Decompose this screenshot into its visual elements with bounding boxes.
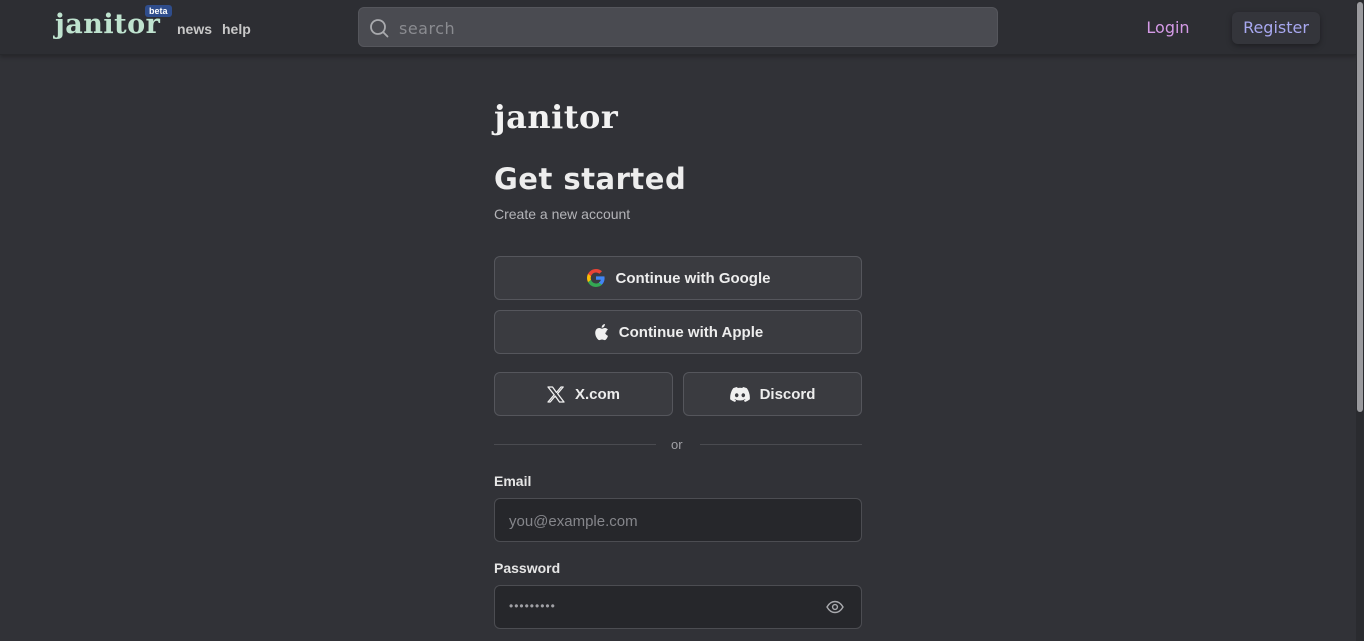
- x-icon: [547, 385, 565, 403]
- scrollbar-thumb[interactable]: [1357, 2, 1363, 412]
- email-field-container[interactable]: [494, 498, 862, 542]
- search-bar[interactable]: [358, 7, 998, 47]
- email-label: Email: [494, 473, 532, 489]
- eye-icon[interactable]: [826, 600, 844, 614]
- password-field[interactable]: •••••••••: [494, 585, 862, 629]
- google-icon: [586, 269, 605, 287]
- continue-google-label: Continue with Google: [615, 269, 771, 287]
- register-button[interactable]: Register: [1232, 12, 1320, 44]
- password-masked-value: •••••••••: [509, 599, 556, 613]
- page-scrollbar[interactable]: [1356, 0, 1364, 641]
- discord-icon: [729, 386, 750, 402]
- continue-x-label: X.com: [574, 385, 620, 403]
- continue-x-button[interactable]: X.com: [494, 372, 673, 416]
- continue-apple-label: Continue with Apple: [618, 323, 764, 341]
- continue-google-button[interactable]: Continue with Google: [494, 256, 862, 300]
- search-icon: [370, 19, 389, 38]
- nav-help-link[interactable]: help: [222, 21, 251, 37]
- apple-icon: [595, 324, 608, 341]
- continue-discord-label: Discord: [759, 385, 816, 403]
- continue-discord-button[interactable]: Discord: [683, 372, 862, 416]
- card-logo: janitor: [494, 98, 619, 136]
- beta-badge: beta: [145, 5, 172, 17]
- password-label: Password: [494, 560, 561, 576]
- top-navbar: janitor beta news help Login Register: [0, 0, 1356, 55]
- divider-right: [700, 444, 862, 445]
- email-field[interactable]: [509, 509, 809, 533]
- page-subtitle: Create a new account: [494, 206, 631, 222]
- page-title: Get started: [494, 162, 687, 196]
- search-input[interactable]: [399, 16, 979, 40]
- nav-news-link[interactable]: news: [177, 21, 212, 37]
- login-button[interactable]: Login: [1136, 12, 1200, 44]
- divider-or-text: or: [671, 437, 683, 452]
- divider-left: [494, 444, 656, 445]
- continue-apple-button[interactable]: Continue with Apple: [494, 310, 862, 354]
